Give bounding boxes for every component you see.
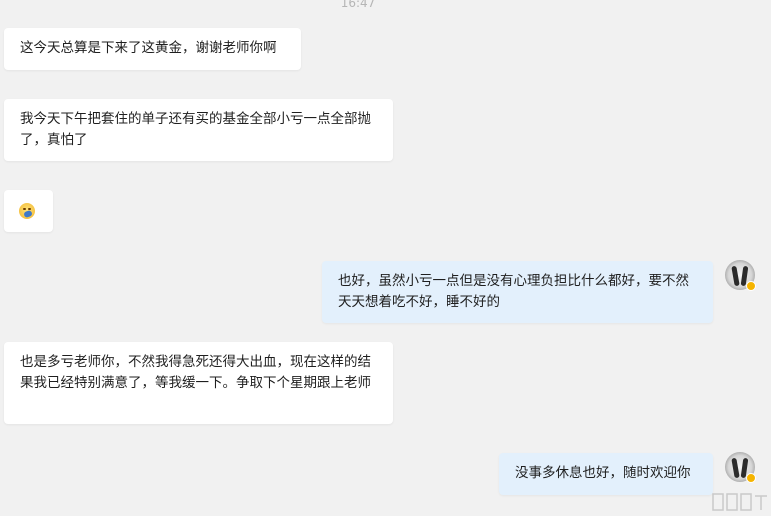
message-text: 没事多休息也好，随时欢迎你 <box>515 465 691 481</box>
verified-badge-icon <box>746 473 756 483</box>
message-text: 也是多亏老师你，不然我得急死还得大出血，现在这样的结果我已经特别满意了，等我缓一… <box>20 354 371 391</box>
user-avatar[interactable] <box>725 452 756 483</box>
outgoing-message-bubble[interactable]: 也好，虽然小亏一点但是没有心理负担比什么都好，要不然天天想着吃不好，睡不好的 <box>322 261 713 323</box>
chat-window: 16:47 这今天总算是下来了这黄金，谢谢老师你啊 我今天下午把套住的单子还有买… <box>0 0 771 516</box>
incoming-message-bubble[interactable]: 这今天总算是下来了这黄金，谢谢老师你啊 <box>4 28 301 70</box>
outgoing-message-bubble[interactable]: 没事多休息也好，随时欢迎你 <box>499 453 713 495</box>
incoming-message-bubble[interactable]: 我今天下午把套住的单子还有买的基金全部小亏一点全部抛了，真怕了 <box>4 99 393 161</box>
facepalm-emoji <box>19 203 35 219</box>
incoming-message-bubble[interactable]: 也是多亏老师你，不然我得急死还得大出血，现在这样的结果我已经特别满意了，等我缓一… <box>4 342 393 424</box>
message-timestamp: 16:47 <box>340 0 376 10</box>
message-text: 我今天下午把套住的单子还有买的基金全部小亏一点全部抛了，真怕了 <box>20 111 371 148</box>
message-text: 这今天总算是下来了这黄金，谢谢老师你啊 <box>20 40 277 56</box>
message-text: 也好，虽然小亏一点但是没有心理负担比什么都好，要不然天天想着吃不好，睡不好的 <box>338 273 689 310</box>
incoming-message-bubble[interactable] <box>4 190 53 232</box>
user-avatar[interactable] <box>725 260 756 291</box>
verified-badge-icon <box>746 281 756 291</box>
watermark-logo <box>712 493 767 511</box>
